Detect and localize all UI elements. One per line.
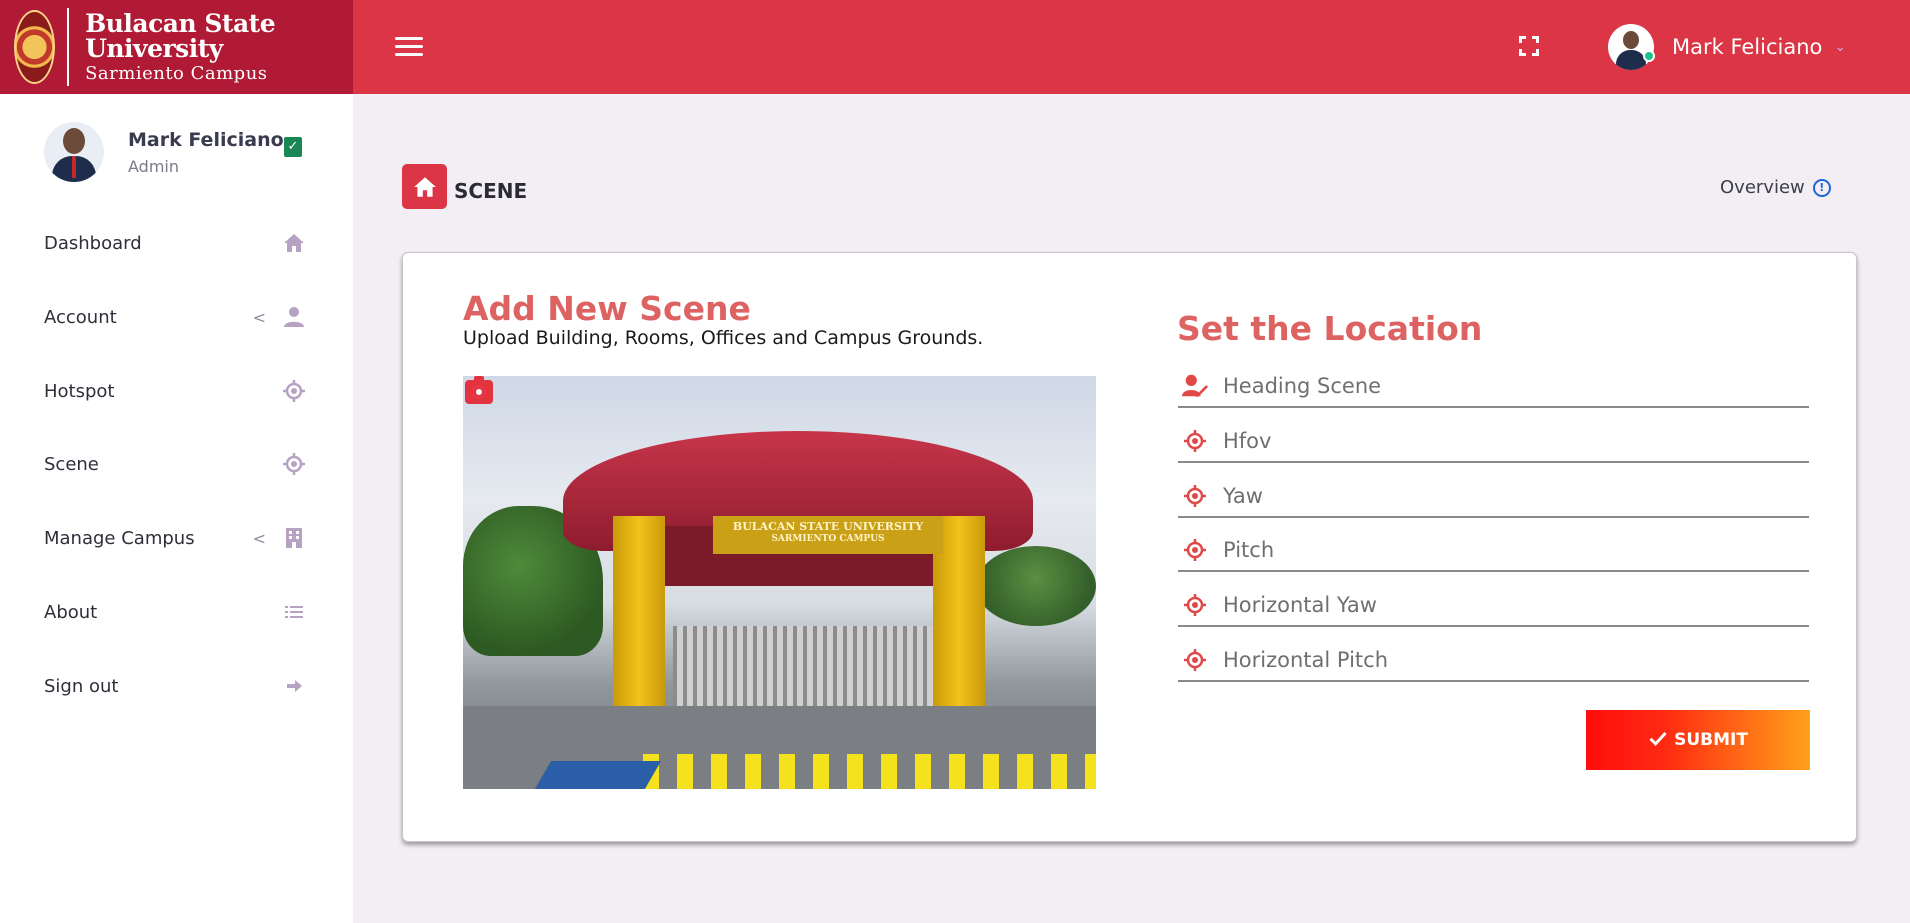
- horizontal-yaw-input[interactable]: [1223, 593, 1793, 617]
- crosshair-icon: [1180, 645, 1210, 675]
- yaw-field: [1178, 476, 1809, 518]
- pitch-field: [1178, 530, 1809, 572]
- sidebar-item-account[interactable]: Account <: [44, 297, 306, 337]
- page-header: SCENE: [402, 164, 527, 209]
- brand-text: Bulacan State University Sarmiento Campu…: [85, 11, 353, 83]
- menu-toggle-icon[interactable]: [395, 37, 423, 57]
- profile-role: Admin: [128, 156, 179, 176]
- sidebar-item-label: Hotspot: [44, 380, 115, 402]
- overview-link[interactable]: Overview !: [1720, 177, 1831, 198]
- user-name: Mark Feliciano: [1672, 35, 1823, 59]
- submit-label: SUBMIT: [1674, 730, 1748, 750]
- crosshair-icon: [1180, 535, 1210, 565]
- chevron-left-icon: <: [252, 528, 266, 548]
- sidebar-item-scene[interactable]: Scene: [44, 444, 306, 484]
- verified-badge-icon: ✓: [284, 137, 302, 157]
- sidebar-item-sign-out[interactable]: Sign out: [44, 666, 306, 706]
- sidebar-item-label: Sign out: [44, 675, 119, 697]
- check-icon: [1648, 728, 1668, 753]
- crosshair-icon: [282, 379, 306, 403]
- sidebar: Mark Feliciano Admin ✓ Dashboard Account…: [0, 94, 353, 923]
- crosshair-icon: [282, 452, 306, 476]
- sidebar-item-label: About: [44, 601, 98, 623]
- sidebar-item-manage-campus[interactable]: Manage Campus <: [44, 518, 306, 558]
- photo-sign-line2: SARMIENTO CAMPUS: [771, 534, 885, 545]
- chevron-left-icon: <: [252, 307, 266, 327]
- sidebar-profile: Mark Feliciano Admin ✓: [44, 122, 302, 182]
- brand-divider: [66, 8, 70, 86]
- sidebar-item-label: Scene: [44, 453, 99, 475]
- avatar: [44, 122, 104, 182]
- sidebar-item-label: Account: [44, 306, 117, 328]
- sidebar-item-label: Manage Campus: [44, 527, 195, 549]
- yaw-input[interactable]: [1223, 484, 1793, 508]
- user-menu[interactable]: Mark Feliciano ⌄: [1608, 24, 1846, 70]
- scene-image-preview[interactable]: BULACAN STATE UNIVERSITY SARMIENTO CAMPU…: [463, 376, 1096, 789]
- home-icon: [282, 231, 306, 255]
- chevron-down-icon: ⌄: [1834, 39, 1847, 55]
- list-icon: [282, 600, 306, 624]
- user-edit-icon: [1180, 371, 1210, 401]
- info-icon: !: [1812, 178, 1831, 197]
- sidebar-item-label: Dashboard: [44, 232, 142, 254]
- page-title: SCENE: [454, 178, 528, 203]
- photo-sign-line1: BULACAN STATE UNIVERSITY: [732, 520, 924, 533]
- brand-name: Bulacan State University: [85, 9, 276, 63]
- crosshair-icon: [1180, 426, 1210, 456]
- heading-scene-input[interactable]: [1223, 374, 1793, 398]
- add-scene-subtitle: Upload Building, Rooms, Offices and Camp…: [463, 327, 984, 349]
- horizontal-pitch-input[interactable]: [1223, 648, 1793, 672]
- horizontal-yaw-field: [1178, 585, 1809, 627]
- profile-text: Mark Feliciano Admin: [128, 129, 284, 176]
- submit-button[interactable]: SUBMIT: [1586, 710, 1810, 770]
- crosshair-icon: [1180, 590, 1210, 620]
- profile-name: Mark Feliciano: [128, 128, 284, 151]
- home-icon: [402, 164, 447, 209]
- hfov-input[interactable]: [1223, 429, 1793, 453]
- add-scene-title: Add New Scene: [463, 289, 751, 328]
- user-icon: [282, 305, 306, 329]
- camera-icon[interactable]: [465, 376, 493, 404]
- brand-campus: Sarmiento Campus: [85, 63, 268, 84]
- hfov-field: [1178, 421, 1809, 463]
- crosshair-icon: [1180, 481, 1210, 511]
- sidebar-item-about[interactable]: About: [44, 592, 306, 632]
- horizontal-pitch-field: [1178, 640, 1809, 682]
- photo-gate-sign: BULACAN STATE UNIVERSITY SARMIENTO CAMPU…: [713, 516, 943, 554]
- set-location-title: Set the Location: [1177, 309, 1483, 348]
- building-icon: [282, 526, 306, 550]
- scene-form-card: Add New Scene Upload Building, Rooms, Of…: [402, 252, 1857, 842]
- overview-label: Overview: [1720, 177, 1805, 198]
- brand-logo-area[interactable]: Bulacan State University Sarmiento Campu…: [0, 0, 353, 94]
- avatar: [1608, 24, 1654, 70]
- heading-scene-field: [1178, 366, 1809, 408]
- online-status-indicator: [1643, 50, 1655, 62]
- arrow-right-icon: [282, 674, 306, 698]
- fullscreen-icon[interactable]: [1519, 36, 1539, 56]
- sidebar-item-dashboard[interactable]: Dashboard: [44, 223, 306, 263]
- sidebar-item-hotspot[interactable]: Hotspot: [44, 371, 306, 411]
- pitch-input[interactable]: [1223, 538, 1793, 562]
- university-seal-icon: [14, 10, 55, 84]
